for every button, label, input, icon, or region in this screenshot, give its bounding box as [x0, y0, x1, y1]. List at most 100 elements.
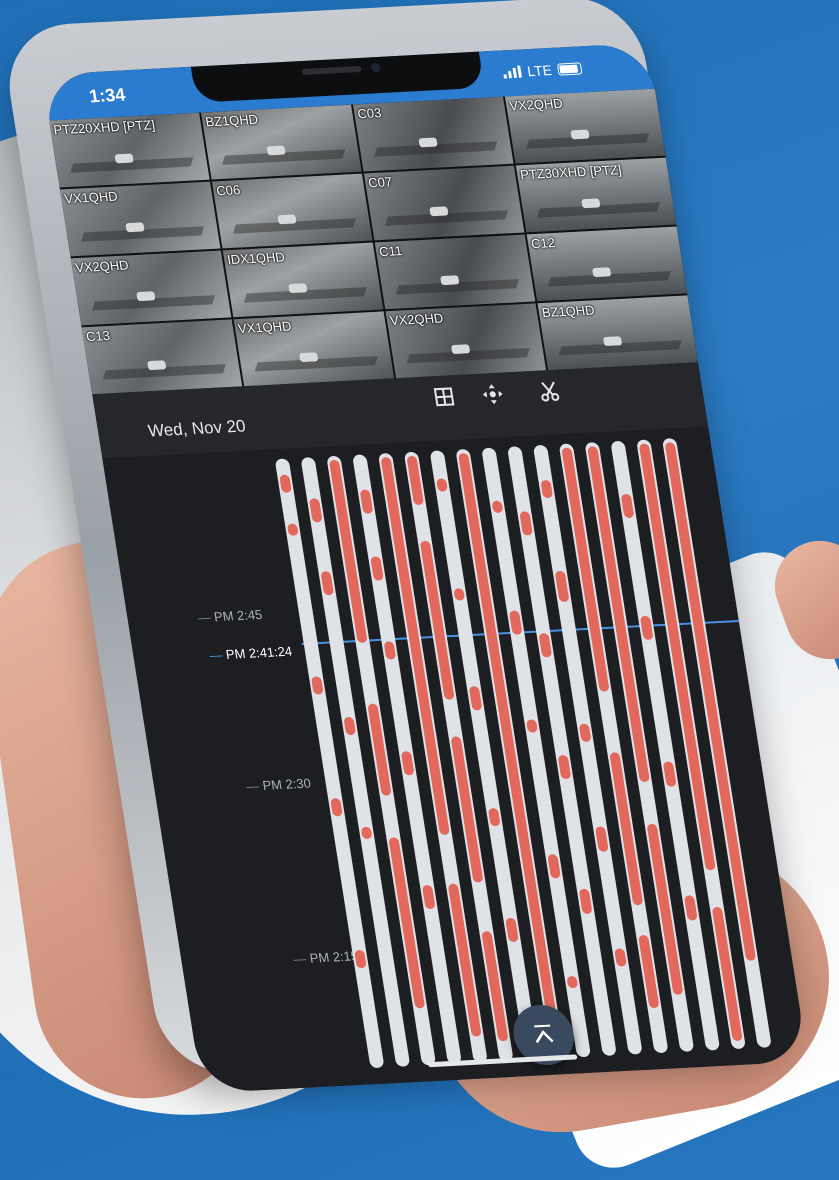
camera-tile[interactable]: VX1QHD: [233, 311, 395, 387]
recording-segment: [453, 588, 466, 602]
camera-scene: [418, 137, 439, 148]
tick-label: PM 2:15: [292, 948, 359, 966]
camera-label: VX1QHD: [63, 188, 119, 207]
camera-tile[interactable]: BZ1QHD: [201, 104, 362, 180]
camera-scene: [570, 129, 591, 140]
ptz-move-button[interactable]: [476, 382, 511, 414]
recording-segment: [554, 570, 570, 602]
camera-tile[interactable]: C11: [374, 234, 536, 310]
camera-scene: [429, 206, 449, 217]
timeline-area[interactable]: PM 2:45 PM 2:41:24 PM 2:30 PM 2:15: [102, 426, 809, 1094]
camera-scene: [603, 335, 623, 346]
recording-segment: [526, 719, 538, 733]
camera-tile[interactable]: VX2QHD: [70, 250, 232, 326]
camera-tile[interactable]: VX1QHD: [59, 181, 221, 257]
clip-button[interactable]: [533, 380, 568, 412]
recording-segment: [505, 917, 519, 943]
camera-tile[interactable]: C07: [363, 165, 525, 241]
recording-segment: [320, 570, 335, 596]
recording-segment: [406, 455, 424, 505]
recording-segment: [421, 884, 436, 910]
recording-segment: [638, 934, 660, 1009]
camera-tile[interactable]: PTZ20XHD [PTZ]: [49, 112, 210, 188]
camera-scene: [277, 214, 297, 225]
speaker: [301, 65, 362, 76]
ptz-move-icon: [482, 384, 503, 405]
recording-segment: [468, 685, 483, 711]
tick-label: PM 2:45: [196, 607, 263, 625]
camera-label: BZ1QHD: [540, 302, 596, 321]
camera-tile[interactable]: VX2QHD: [504, 88, 666, 164]
camera-label: C13: [84, 327, 112, 345]
camera-scene: [440, 275, 460, 286]
recording-segment: [578, 888, 593, 914]
camera-scene: [581, 198, 601, 209]
recording-segment: [308, 497, 323, 523]
recording-segment: [566, 975, 579, 989]
recording-segment: [639, 615, 654, 641]
camera-label: VX2QHD: [388, 310, 445, 329]
camera-label: VX2QHD: [74, 257, 130, 276]
front-camera: [370, 62, 381, 73]
date-label: Wed, Nov 20: [146, 416, 247, 441]
camera-tile[interactable]: BZ1QHD: [537, 295, 699, 371]
recording-segment: [286, 523, 299, 537]
camera-label: PTZ20XHD [PTZ]: [52, 117, 156, 138]
recording-segment: [367, 703, 392, 796]
recording-segment: [547, 853, 561, 879]
camera-tile[interactable]: IDX1QHD: [222, 242, 384, 318]
camera-label: PTZ30XHD [PTZ]: [519, 161, 623, 183]
scissors-icon: [541, 381, 560, 402]
recording-segment: [538, 632, 553, 658]
recording-segment: [343, 716, 357, 736]
recording-segment: [370, 555, 384, 581]
camera-label: C12: [529, 234, 557, 252]
camera-scene: [136, 291, 156, 302]
phone: 1:34 LTE PTZ20XHD [PTZ] BZ1QHD C03 VX2QHD VX…: [0, 0, 809, 1094]
camera-scene: [147, 360, 167, 370]
tick-label: PM 2:30: [245, 775, 311, 793]
recording-segment: [491, 500, 504, 514]
camera-tile[interactable]: C03: [353, 96, 514, 172]
recording-segment: [360, 826, 373, 840]
recording-segment: [481, 930, 509, 1041]
camera-label: C06: [215, 182, 242, 199]
recording-segment: [683, 895, 698, 921]
camera-label: BZ1QHD: [204, 111, 260, 130]
status-indicators: LTE: [502, 60, 583, 80]
camera-label: C03: [356, 105, 383, 122]
recording-segment: [540, 479, 554, 499]
chevron-up-icon: [534, 1024, 554, 1044]
camera-tile[interactable]: C13: [81, 319, 243, 395]
camera-label: C11: [378, 243, 404, 260]
current-time-label: PM 2:41:24: [208, 644, 293, 663]
camera-scene: [266, 145, 287, 156]
camera-tile[interactable]: C06: [211, 173, 373, 249]
camera-label: C07: [367, 174, 394, 191]
recording-segment: [487, 807, 501, 827]
camera-scene: [288, 283, 308, 294]
recording-segment: [400, 750, 415, 776]
recording-segment: [620, 493, 635, 519]
recording-segment: [279, 474, 293, 494]
camera-scene: [451, 343, 471, 354]
recording-segment: [519, 511, 534, 537]
network-label: LTE: [526, 61, 554, 80]
recording-segment: [594, 826, 609, 852]
battery-icon: [556, 62, 583, 76]
recording-segment: [557, 754, 572, 780]
signal-icon: [503, 65, 523, 79]
camera-tile[interactable]: VX2QHD: [385, 303, 547, 379]
camera-tile[interactable]: C12: [526, 226, 688, 302]
grid-layout-button[interactable]: [427, 385, 462, 417]
camera-scene: [125, 222, 146, 233]
status-time: 1:34: [87, 84, 127, 107]
recording-segment: [436, 478, 448, 492]
recording-segment: [330, 797, 343, 817]
recording-segment: [383, 641, 397, 660]
recording-segment: [359, 488, 374, 514]
camera-label: VX1QHD: [236, 318, 293, 337]
grid-layout-icon: [433, 387, 455, 407]
recording-segment: [354, 949, 367, 969]
camera-tile[interactable]: PTZ30XHD [PTZ]: [515, 157, 677, 233]
